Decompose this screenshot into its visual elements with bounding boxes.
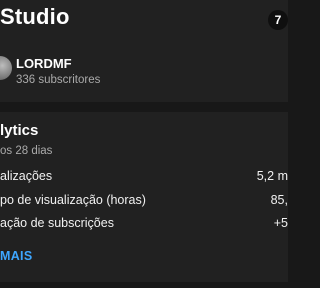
analytics-card[interactable]: lytics os 28 dias alizações 5,2 m po de …	[0, 112, 288, 282]
metric-views-label: alizações	[0, 169, 53, 183]
analytics-period: os 28 dias	[0, 145, 53, 157]
notification-badge[interactable]: 7	[268, 10, 288, 30]
metric-watch-time-label: po de visualização (horas)	[0, 193, 146, 207]
channel-card[interactable]: LORDMF 336 subscritores	[0, 42, 288, 102]
studio-screen: Studio 7 LORDMF 336 subscritores lytics …	[0, 0, 288, 288]
see-more-link[interactable]: MAIS	[0, 249, 32, 263]
analytics-title: lytics	[0, 122, 39, 139]
channel-name: LORDMF	[16, 56, 72, 71]
channel-subscriber-count: 336 subscritores	[16, 74, 101, 86]
metric-subscribers-value: +5	[273, 216, 288, 230]
avatar	[0, 56, 12, 80]
metric-watch-time-value: 85,	[270, 193, 288, 207]
app-header: Studio 7	[0, 0, 288, 42]
metric-views-value: 5,2 m	[256, 169, 288, 183]
app-title: Studio	[0, 4, 70, 29]
metric-subscribers-label: ação de subscrições	[0, 216, 114, 230]
